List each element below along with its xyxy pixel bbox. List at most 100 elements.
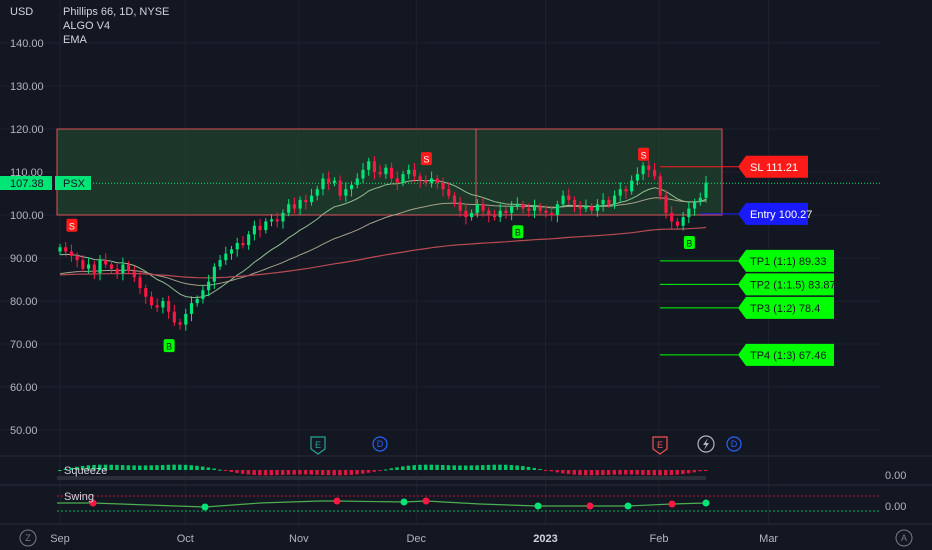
squeeze-bar xyxy=(372,470,376,472)
candle-body xyxy=(367,161,371,170)
sl-label-text: SL 111.21 xyxy=(750,162,798,174)
squeeze-bar xyxy=(206,467,211,470)
candle-body xyxy=(687,208,691,218)
y-tick-label: 120.00 xyxy=(10,124,44,136)
swing-dot xyxy=(586,502,594,510)
auto-scale-icon-label: A xyxy=(901,533,907,543)
candle-body xyxy=(561,195,565,205)
candle-body xyxy=(418,176,422,181)
squeeze-bar xyxy=(109,464,113,470)
earnings-marker-label: E xyxy=(657,440,663,450)
candle-body xyxy=(681,217,685,226)
tp-label-text: TP3 (1:2) 78.4 xyxy=(750,303,820,315)
swing-dot xyxy=(668,500,676,508)
timezone-icon-label: Z xyxy=(25,533,31,543)
squeeze-bar xyxy=(492,464,496,470)
signal-label: S xyxy=(641,150,647,160)
candle-body xyxy=(470,212,474,218)
squeeze-bar xyxy=(635,470,639,475)
currency-label: USD xyxy=(10,6,33,18)
candle-body xyxy=(544,210,548,213)
candle-body xyxy=(447,189,451,196)
candle-body xyxy=(58,247,62,252)
squeeze-bar xyxy=(503,464,508,470)
candle-body xyxy=(184,313,188,325)
candle-body xyxy=(532,206,537,211)
candle-body xyxy=(590,206,594,211)
candle-body xyxy=(275,219,279,222)
y-tick-label: 70.00 xyxy=(10,339,38,351)
candle-body xyxy=(189,303,194,314)
squeeze-bar xyxy=(452,465,456,470)
squeeze-bar xyxy=(486,464,491,470)
candle-body xyxy=(464,210,468,218)
swing-dot xyxy=(201,503,209,511)
squeeze-bar xyxy=(309,470,314,475)
symbol-title[interactable]: Phillips 66, 1D, NYSE xyxy=(63,6,169,18)
squeeze-bar xyxy=(166,464,171,470)
squeeze-bar xyxy=(623,470,628,475)
squeeze-bar xyxy=(475,465,479,470)
candle-body xyxy=(601,199,605,205)
indicator-ema-label[interactable]: EMA xyxy=(63,34,88,46)
sell-signal[interactable]: S xyxy=(638,147,650,161)
squeeze-bar xyxy=(429,464,434,470)
candle-body xyxy=(441,182,445,190)
candle-body xyxy=(258,225,262,231)
candle-body xyxy=(704,182,708,198)
squeeze-bar xyxy=(601,470,605,476)
squeeze-bar xyxy=(561,470,565,474)
squeeze-bar xyxy=(349,470,354,475)
squeeze-bar xyxy=(692,470,697,473)
candle-body xyxy=(481,204,485,211)
candle-body xyxy=(287,204,291,213)
squeeze-bar xyxy=(218,469,222,471)
sell-signal[interactable]: S xyxy=(420,152,432,166)
candle-body xyxy=(578,206,582,209)
squeeze-bar xyxy=(663,470,668,476)
candle-body xyxy=(241,242,245,246)
squeeze-bar xyxy=(343,470,348,476)
candle-body xyxy=(527,208,531,211)
candle-body xyxy=(195,298,199,304)
candle-body xyxy=(69,251,73,256)
squeeze-bar xyxy=(658,470,662,476)
squeeze-bar xyxy=(423,464,428,470)
squeeze-bar xyxy=(583,470,588,476)
candle-body xyxy=(424,180,428,183)
candle-body xyxy=(572,199,577,207)
candle-body xyxy=(612,195,617,205)
chart-canvas[interactable]: SL 111.21 Entry 100.27 TP1 (1:1) 89.33 TP2 … xyxy=(0,0,932,550)
squeeze-bar xyxy=(612,470,617,475)
squeeze-bar xyxy=(652,470,657,476)
buy-signal[interactable]: B xyxy=(163,339,175,353)
squeeze-pane-label: Squeeze xyxy=(64,465,107,477)
squeeze-bar xyxy=(463,465,468,470)
candle-body xyxy=(64,247,68,252)
squeeze-bar xyxy=(595,470,599,476)
entry-label-text: Entry 100.27 xyxy=(750,209,812,221)
dividend-marker-label: D xyxy=(731,439,738,449)
candle-body xyxy=(92,264,96,274)
candle-body xyxy=(269,219,274,222)
squeeze-bar xyxy=(160,464,165,470)
squeeze-bar xyxy=(572,470,577,475)
sell-signal[interactable]: S xyxy=(66,218,78,232)
buy-signal[interactable]: B xyxy=(683,235,695,249)
squeeze-bar xyxy=(566,470,571,475)
squeeze-bar xyxy=(223,470,228,471)
candle-body xyxy=(384,167,388,175)
squeeze-bar xyxy=(366,470,371,473)
squeeze-bar xyxy=(383,469,388,471)
squeeze-bar xyxy=(686,470,691,474)
y-tick-label: 80.00 xyxy=(10,296,38,308)
candle-body xyxy=(538,206,542,211)
buy-signal[interactable]: B xyxy=(512,225,524,239)
candle-body xyxy=(624,189,628,192)
squeeze-bar xyxy=(641,470,645,475)
indicator-algo-label[interactable]: ALGO V4 xyxy=(63,20,110,32)
price-tag: 107.38 PSX xyxy=(0,176,91,190)
squeeze-bar xyxy=(315,470,319,475)
candle-body xyxy=(207,281,211,291)
candle-body xyxy=(515,204,519,207)
